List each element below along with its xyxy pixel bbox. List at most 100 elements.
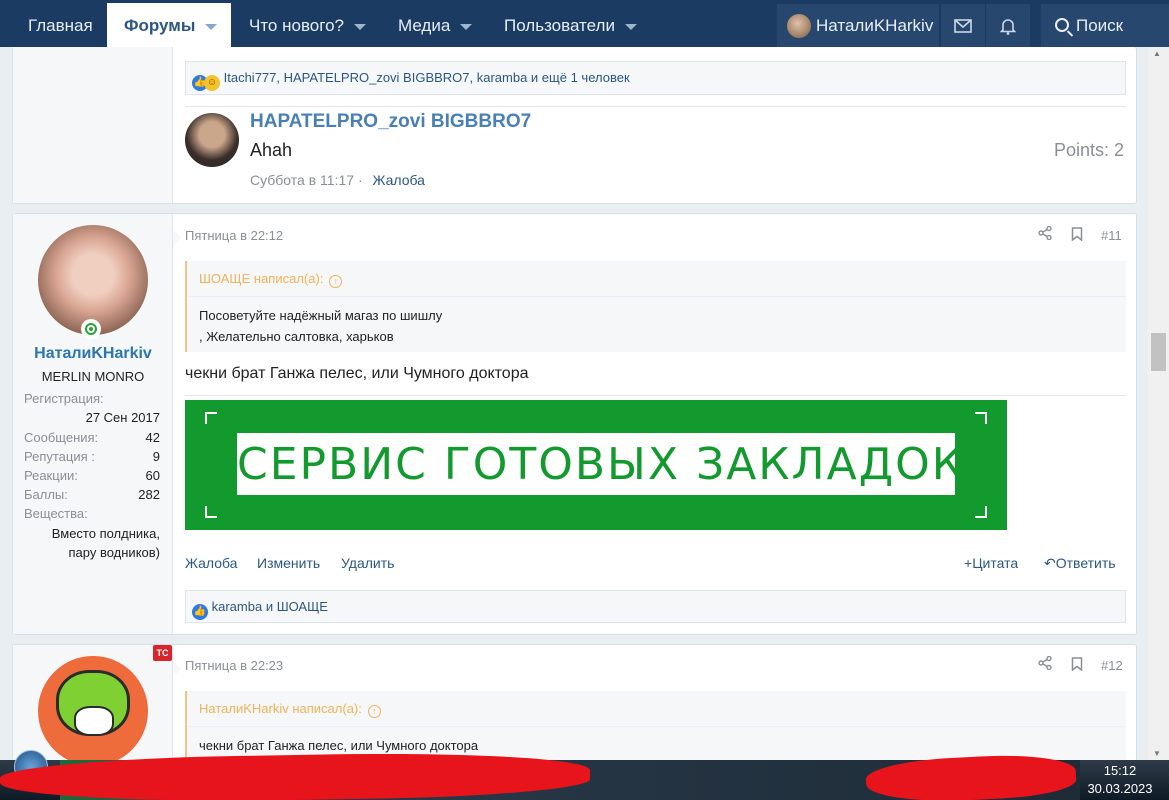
corner-mark	[975, 506, 987, 518]
stat-label: Регистрация:	[24, 391, 104, 406]
scroll-up-icon[interactable]: ▲	[1153, 49, 1161, 58]
stat-label: Реакции:	[24, 468, 78, 483]
report-link[interactable]: Жалоба	[185, 555, 237, 571]
bookmark-button[interactable]	[1071, 657, 1083, 674]
divider	[185, 395, 1126, 396]
chevron-down-icon[interactable]	[624, 23, 637, 30]
nav-home[interactable]: Главная	[16, 0, 105, 47]
comment-author[interactable]: HAPATELPRO_zovi BIGBBRO7	[250, 111, 531, 133]
post-text: чекни брат Ганжа пелес, или Чумного докт…	[185, 365, 529, 382]
comment-report-link[interactable]: Жалоба	[373, 172, 425, 188]
quote-body: Посоветуйте надёжный магаз по шишлу , Же…	[187, 297, 1126, 355]
quote-header[interactable]: ШОАЩЕ написал(а): ↑	[187, 261, 1126, 297]
nav-whats-new[interactable]: Что нового?	[237, 0, 378, 47]
delete-link[interactable]: Удалить	[341, 555, 394, 571]
laugh-reaction-icon: ☺	[204, 75, 220, 91]
user-title: MERLIN MONRO	[41, 369, 145, 384]
avatar	[787, 14, 811, 38]
user-sidebar: НаталиKHarkiv MERLIN MONRO Регистрация: …	[13, 214, 173, 634]
comment-avatar[interactable]	[185, 113, 239, 167]
bell-icon	[1000, 19, 1016, 35]
post-date[interactable]: Пятница в 22:23	[185, 658, 283, 673]
post-12: TC Пятница в 22:23 #12 НаталиKHarkiv нап…	[12, 644, 1137, 775]
search-icon	[1055, 18, 1069, 32]
user-sidebar	[13, 47, 173, 203]
share-icon	[1038, 225, 1052, 241]
chevron-down-icon[interactable]	[353, 23, 366, 30]
share-icon	[1038, 655, 1052, 671]
quote-line: чекни брат Ганжа пелес, или Чумного докт…	[199, 738, 479, 753]
stat-reputation: Репутация : 9	[24, 449, 160, 464]
corner-mark	[205, 506, 217, 518]
avatar[interactable]	[38, 656, 148, 766]
alerts-button[interactable]	[986, 4, 1030, 47]
top-nav: Главная Форумы Что нового? Медиа Пользов…	[0, 0, 1169, 49]
post-date[interactable]: Пятница в 22:12	[185, 228, 283, 243]
post-11: НаталиKHarkiv MERLIN MONRO Регистрация: …	[12, 213, 1137, 635]
post-number[interactable]: #11	[1101, 228, 1122, 243]
bookmark-button[interactable]	[1071, 227, 1083, 244]
scrollbar-thumb[interactable]	[1151, 333, 1166, 371]
comment-points: Points: 2	[1053, 140, 1124, 160]
share-button[interactable]	[1038, 655, 1052, 673]
nav-media[interactable]: Медиа	[386, 0, 484, 47]
reactions-list[interactable]: Itachi777, HAPATELPRO_zovi BIGBBRO7, kar…	[224, 70, 630, 85]
like-reaction-icon: 👍	[192, 604, 208, 620]
plus-icon: +	[964, 555, 973, 571]
quote-author: НаталиKHarkiv написал(а):	[199, 701, 362, 716]
nav-forums-label: Форумы	[124, 16, 196, 35]
substances-value-1: Вместо полдника,	[51, 526, 160, 541]
stat-label: Баллы:	[24, 487, 68, 502]
substances-value-2: пару водников)	[68, 545, 161, 560]
post-block-prev: 👍☺ Itachi777, HAPATELPRO_zovi BIGBBRO7, …	[12, 47, 1137, 204]
nav-members[interactable]: Пользователи	[492, 0, 649, 47]
stat-value: 27 Сен 2017	[85, 410, 160, 425]
envelope-icon	[954, 19, 972, 33]
account-menu[interactable]: НаталиKHarkiv	[777, 4, 939, 47]
reply-button[interactable]: ↶Ответить	[1044, 555, 1116, 572]
account-username: НаталиKHarkiv	[816, 16, 934, 35]
post-number[interactable]: #12	[1101, 658, 1123, 673]
quote-author: ШОАЩЕ написал(а):	[199, 271, 324, 286]
divider	[185, 106, 1126, 107]
search-label: Поиск	[1076, 16, 1124, 35]
scroll-down-icon[interactable]: ▼	[1153, 749, 1161, 758]
share-button[interactable]	[1038, 225, 1052, 243]
topic-starter-badge: TC	[153, 645, 172, 661]
inbox-button[interactable]	[941, 4, 985, 47]
clock-date: 30.03.2023	[1087, 781, 1153, 796]
quote-line: , Желательно салтовка, харьков	[199, 329, 394, 344]
arrow-up-icon[interactable]: ↑	[329, 275, 343, 288]
comment-date: Суббота в 11:17	[250, 172, 355, 188]
vertical-scrollbar[interactable]: ▲ ▼	[1148, 47, 1169, 760]
comment-text: Ahah	[250, 140, 293, 160]
quote-line: Посоветуйте надёжный магаз по шишлу	[199, 308, 443, 323]
quote-button[interactable]: +Цитата	[964, 555, 1018, 571]
stat-value: 282	[138, 487, 160, 502]
reply-label: Ответить	[1055, 555, 1116, 571]
stat-substances: Вещества:	[24, 506, 160, 521]
stat-value: 60	[145, 468, 160, 483]
online-status-icon	[81, 319, 101, 339]
clock-time: 15:12	[1103, 763, 1137, 778]
advert-banner-image[interactable]: СЕРВИС ГОТОВЫХ ЗАКЛАДОК	[185, 400, 1007, 530]
edit-link[interactable]: Изменить	[257, 555, 320, 571]
user-name[interactable]: НаталиKHarkiv	[13, 345, 173, 363]
search-button[interactable]: Поиск	[1041, 4, 1169, 47]
bookmark-icon	[1071, 657, 1083, 672]
nav-forums[interactable]: Форумы	[107, 3, 231, 49]
nav-members-label: Пользователи	[504, 16, 615, 35]
stat-label: Сообщения:	[24, 430, 99, 445]
reactions-bar[interactable]: 👍 karamba и ШОАЩЕ	[185, 590, 1126, 623]
reactions-bar[interactable]: 👍☺ Itachi777, HAPATELPRO_zovi BIGBBRO7, …	[185, 61, 1126, 95]
comment-meta: Суббота в 11:17 · Жалоба	[250, 172, 425, 188]
taskbar-clock[interactable]: 15:12 30.03.2023	[1080, 762, 1160, 798]
meta-separator: ·	[357, 172, 363, 188]
reactions-list[interactable]: karamba и ШОАЩЕ	[212, 599, 328, 614]
stat-label: Вещества:	[24, 506, 88, 521]
stat-reactions: Реакции: 60	[24, 468, 160, 483]
quote-header[interactable]: НаталиKHarkiv написал(а): ↑	[187, 691, 1126, 727]
arrow-up-icon[interactable]: ↑	[367, 705, 381, 718]
chevron-down-icon[interactable]	[460, 23, 473, 30]
chevron-down-icon[interactable]	[205, 23, 218, 30]
